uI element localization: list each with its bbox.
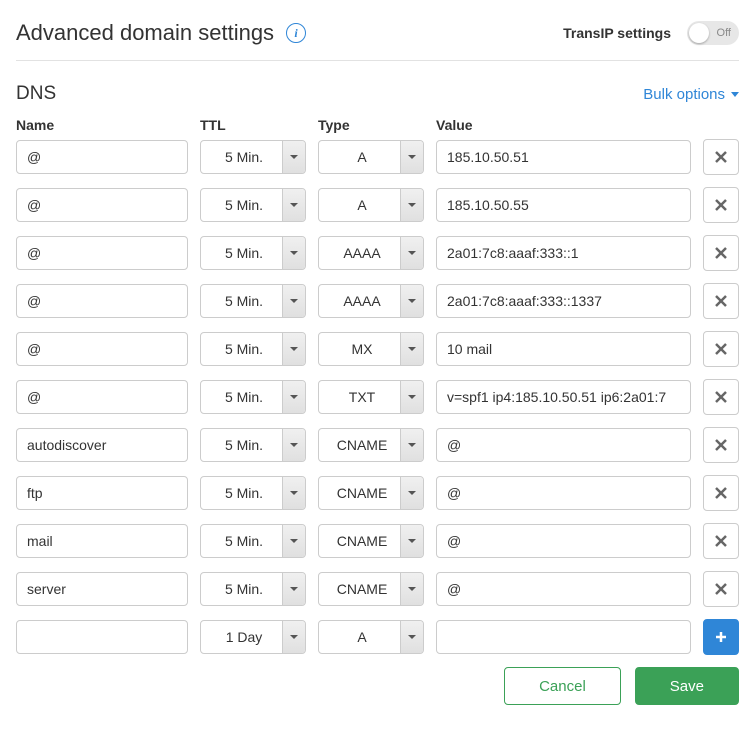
- dns-row: [16, 235, 739, 271]
- dns-name-input[interactable]: [16, 524, 188, 558]
- dns-ttl-select[interactable]: [200, 524, 306, 558]
- dns-value-input[interactable]: [436, 428, 691, 462]
- column-header-value: Value: [436, 117, 693, 133]
- dns-value-input[interactable]: [436, 332, 691, 366]
- delete-row-button[interactable]: [703, 187, 739, 223]
- dns-name-input[interactable]: [16, 572, 188, 606]
- dns-table: Name TTL Type Value: [16, 117, 739, 655]
- dns-name-input[interactable]: [16, 236, 188, 270]
- dns-name-input[interactable]: [16, 332, 188, 366]
- dns-name-input[interactable]: [16, 140, 188, 174]
- dns-value-input[interactable]: [436, 476, 691, 510]
- dns-type-select[interactable]: [318, 332, 424, 366]
- dns-value-input[interactable]: [436, 188, 691, 222]
- dns-row: [16, 475, 739, 511]
- dns-row: [16, 187, 739, 223]
- dns-value-input[interactable]: [436, 284, 691, 318]
- dns-value-input[interactable]: [436, 380, 691, 414]
- chevron-down-icon: [731, 92, 739, 97]
- dns-name-input[interactable]: [16, 188, 188, 222]
- dns-name-input[interactable]: [16, 284, 188, 318]
- dns-type-select[interactable]: [318, 572, 424, 606]
- dns-value-input[interactable]: [436, 236, 691, 270]
- dns-value-input[interactable]: [436, 524, 691, 558]
- dns-type-select[interactable]: [318, 524, 424, 558]
- dns-ttl-select[interactable]: [200, 428, 306, 462]
- header: Advanced domain settings i TransIP setti…: [16, 20, 739, 61]
- dns-type-select[interactable]: [318, 428, 424, 462]
- dns-ttl-select[interactable]: [200, 188, 306, 222]
- dns-row: [16, 523, 739, 559]
- bulk-options-link[interactable]: Bulk options: [643, 86, 739, 103]
- save-button[interactable]: Save: [635, 667, 739, 705]
- column-header-name: Name: [16, 117, 188, 133]
- column-header-type: Type: [318, 117, 424, 133]
- transip-settings-toggle[interactable]: Off: [687, 21, 739, 45]
- dns-row: [16, 379, 739, 415]
- dns-type-select[interactable]: [318, 380, 424, 414]
- info-icon[interactable]: i: [286, 23, 306, 43]
- cancel-button[interactable]: Cancel: [504, 667, 621, 705]
- toggle-knob: [689, 23, 709, 43]
- dns-row: [16, 571, 739, 607]
- dns-type-select[interactable]: [318, 140, 424, 174]
- dns-type-select[interactable]: [318, 620, 424, 654]
- dns-name-input[interactable]: [16, 620, 188, 654]
- dns-table-header: Name TTL Type Value: [16, 117, 739, 133]
- dns-ttl-select[interactable]: [200, 140, 306, 174]
- bulk-options-label: Bulk options: [643, 86, 725, 103]
- delete-row-button[interactable]: [703, 427, 739, 463]
- dns-value-input[interactable]: [436, 620, 691, 654]
- dns-name-input[interactable]: [16, 380, 188, 414]
- dns-ttl-select[interactable]: [200, 284, 306, 318]
- page-title: Advanced domain settings: [16, 20, 274, 46]
- dns-section-title: DNS: [16, 83, 56, 105]
- dns-ttl-select[interactable]: [200, 572, 306, 606]
- delete-row-button[interactable]: [703, 139, 739, 175]
- form-actions: Cancel Save: [16, 667, 739, 705]
- dns-row: [16, 283, 739, 319]
- dns-row: [16, 331, 739, 367]
- dns-ttl-select[interactable]: [200, 236, 306, 270]
- delete-row-button[interactable]: [703, 571, 739, 607]
- transip-settings-label: TransIP settings: [563, 25, 671, 41]
- dns-row: [16, 139, 739, 175]
- dns-name-input[interactable]: [16, 428, 188, 462]
- add-row-button[interactable]: [703, 619, 739, 655]
- dns-type-select[interactable]: [318, 236, 424, 270]
- dns-type-select[interactable]: [318, 188, 424, 222]
- delete-row-button[interactable]: [703, 235, 739, 271]
- dns-ttl-select[interactable]: [200, 476, 306, 510]
- dns-ttl-select[interactable]: [200, 380, 306, 414]
- toggle-state-label: Off: [717, 27, 731, 39]
- dns-value-input[interactable]: [436, 572, 691, 606]
- dns-new-row: [16, 619, 739, 655]
- column-header-ttl: TTL: [200, 117, 306, 133]
- dns-name-input[interactable]: [16, 476, 188, 510]
- dns-ttl-select[interactable]: [200, 620, 306, 654]
- dns-type-select[interactable]: [318, 284, 424, 318]
- delete-row-button[interactable]: [703, 475, 739, 511]
- delete-row-button[interactable]: [703, 283, 739, 319]
- delete-row-button[interactable]: [703, 331, 739, 367]
- dns-type-select[interactable]: [318, 476, 424, 510]
- delete-row-button[interactable]: [703, 523, 739, 559]
- dns-row: [16, 427, 739, 463]
- dns-value-input[interactable]: [436, 140, 691, 174]
- dns-ttl-select[interactable]: [200, 332, 306, 366]
- delete-row-button[interactable]: [703, 379, 739, 415]
